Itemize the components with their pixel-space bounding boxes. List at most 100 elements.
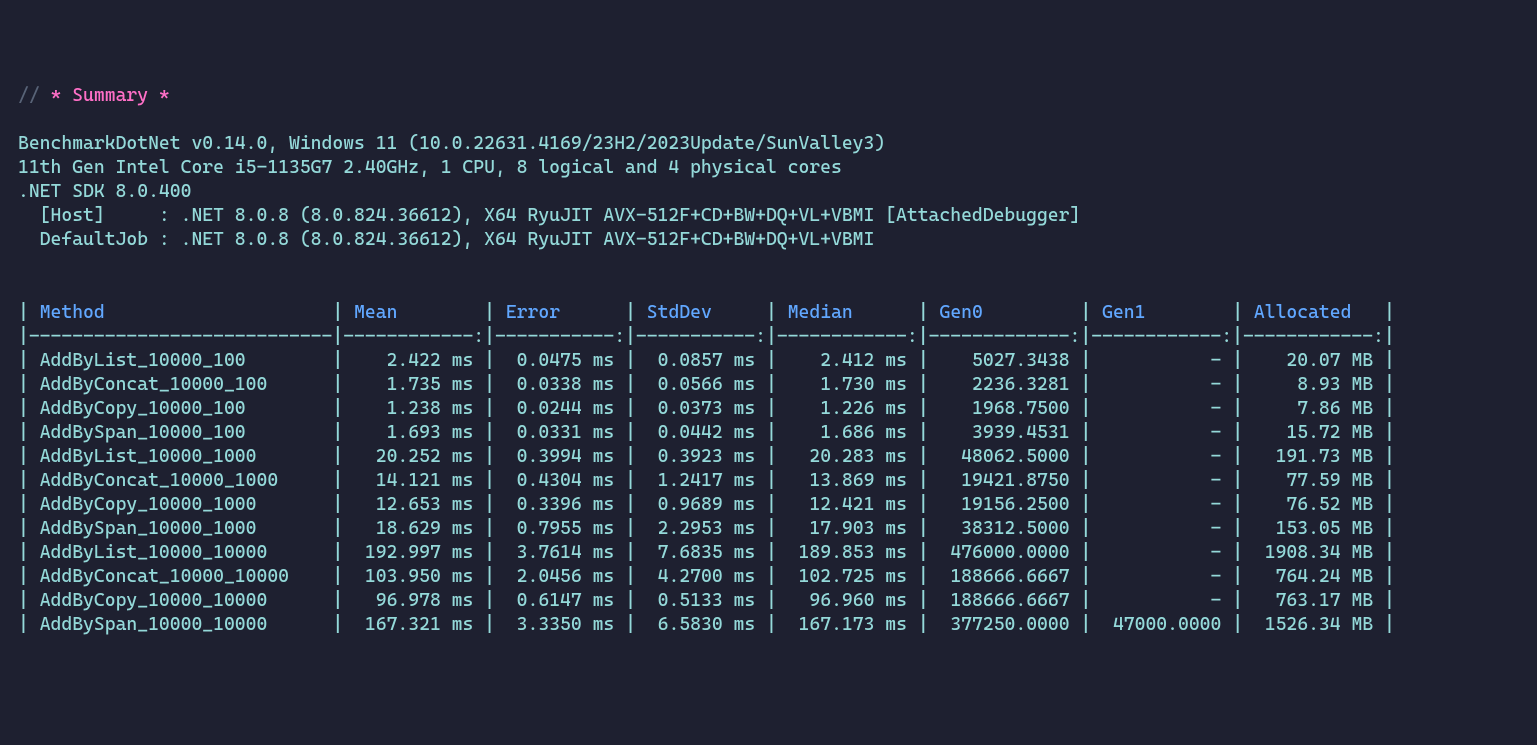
cell-gen1-8: -: [1102, 542, 1221, 563]
cell-error-0: 0.0475 ms: [506, 350, 614, 371]
cell-mean-1: 1.735 ms: [354, 374, 473, 395]
cell-error-9: 2.0456 ms: [506, 566, 614, 587]
cell-mean-10: 96.978 ms: [354, 590, 473, 611]
summary-comment-prefix: //: [18, 85, 51, 106]
cell-stddev-5: 1.2417 ms: [647, 470, 755, 491]
cell-median-8: 189.853 ms: [788, 542, 907, 563]
cell-stddev-3: 0.0442 ms: [647, 422, 755, 443]
col-header-gen0: Gen0: [940, 302, 1070, 323]
cell-stddev-8: 7.6835 ms: [647, 542, 755, 563]
cell-gen0-1: 2236.3281: [940, 374, 1070, 395]
cell-method-0: AddByList_10000_100: [40, 350, 322, 371]
cell-stddev-11: 6.5830 ms: [647, 614, 755, 635]
cell-method-10: AddByCopy_10000_10000: [40, 590, 322, 611]
cell-gen1-9: -: [1102, 566, 1221, 587]
col-header-median: Median: [788, 302, 907, 323]
cell-error-7: 0.7955 ms: [506, 518, 614, 539]
cell-error-2: 0.0244 ms: [506, 398, 614, 419]
cell-error-6: 0.3396 ms: [506, 494, 614, 515]
cell-mean-11: 167.321 ms: [354, 614, 473, 635]
cell-error-5: 0.4304 ms: [506, 470, 614, 491]
cell-median-6: 12.421 ms: [788, 494, 907, 515]
cell-gen0-9: 188666.6667: [940, 566, 1070, 587]
col-header-error: Error: [506, 302, 614, 323]
cell-method-1: AddByConcat_10000_100: [40, 374, 322, 395]
cell-gen1-3: -: [1102, 422, 1221, 443]
cell-allocated-7: 153.05 MB: [1254, 518, 1373, 539]
cell-error-1: 0.0338 ms: [506, 374, 614, 395]
cell-stddev-1: 0.0566 ms: [647, 374, 755, 395]
benchmark-output: // * Summary * BenchmarkDotNet v0.14.0, …: [18, 84, 1519, 637]
cell-error-11: 3.3350 ms: [506, 614, 614, 635]
cell-method-7: AddBySpan_10000_1000: [40, 518, 322, 539]
cell-method-6: AddByCopy_10000_1000: [40, 494, 322, 515]
cell-median-9: 102.725 ms: [788, 566, 907, 587]
cell-gen1-1: -: [1102, 374, 1221, 395]
cell-stddev-6: 0.9689 ms: [647, 494, 755, 515]
cell-error-3: 0.0331 ms: [506, 422, 614, 443]
cell-gen0-7: 38312.5000: [940, 518, 1070, 539]
cell-gen0-10: 188666.6667: [940, 590, 1070, 611]
cell-allocated-2: 7.86 MB: [1254, 398, 1373, 419]
cell-allocated-8: 1908.34 MB: [1254, 542, 1373, 563]
cell-gen0-5: 19421.8750: [940, 470, 1070, 491]
cell-method-8: AddByList_10000_10000: [40, 542, 322, 563]
col-header-gen1: Gen1: [1102, 302, 1221, 323]
cell-method-2: AddByCopy_10000_100: [40, 398, 322, 419]
cell-median-3: 1.686 ms: [788, 422, 907, 443]
cell-median-2: 1.226 ms: [788, 398, 907, 419]
cell-gen0-2: 1968.7500: [940, 398, 1070, 419]
cell-stddev-10: 0.5133 ms: [647, 590, 755, 611]
cell-allocated-6: 76.52 MB: [1254, 494, 1373, 515]
cell-allocated-3: 15.72 MB: [1254, 422, 1373, 443]
cell-mean-9: 103.950 ms: [354, 566, 473, 587]
cell-stddev-4: 0.3923 ms: [647, 446, 755, 467]
cell-stddev-7: 2.2953 ms: [647, 518, 755, 539]
cell-stddev-0: 0.0857 ms: [647, 350, 755, 371]
cell-mean-7: 18.629 ms: [354, 518, 473, 539]
cell-gen1-6: -: [1102, 494, 1221, 515]
cell-method-11: AddBySpan_10000_10000: [40, 614, 322, 635]
cell-gen1-0: -: [1102, 350, 1221, 371]
col-header-stddev: StdDev: [647, 302, 755, 323]
cell-mean-0: 2.422 ms: [354, 350, 473, 371]
cell-allocated-10: 763.17 MB: [1254, 590, 1373, 611]
cell-mean-3: 1.693 ms: [354, 422, 473, 443]
cell-allocated-11: 1526.34 MB: [1254, 614, 1373, 635]
cell-gen1-2: -: [1102, 398, 1221, 419]
cell-gen1-10: -: [1102, 590, 1221, 611]
cell-median-10: 96.960 ms: [788, 590, 907, 611]
cell-median-4: 20.283 ms: [788, 446, 907, 467]
env-line-1: 11th Gen Intel Core i5-1135G7 2.40GHz, 1…: [18, 157, 842, 178]
cell-mean-6: 12.653 ms: [354, 494, 473, 515]
cell-allocated-4: 191.73 MB: [1254, 446, 1373, 467]
cell-error-8: 3.7614 ms: [506, 542, 614, 563]
summary-comment-body: * Summary *: [51, 85, 170, 106]
cell-stddev-9: 4.2700 ms: [647, 566, 755, 587]
cell-allocated-5: 77.59 MB: [1254, 470, 1373, 491]
cell-median-11: 167.173 ms: [788, 614, 907, 635]
cell-gen1-4: -: [1102, 446, 1221, 467]
cell-method-9: AddByConcat_10000_10000: [40, 566, 322, 587]
cell-error-10: 0.6147 ms: [506, 590, 614, 611]
cell-method-5: AddByConcat_10000_1000: [40, 470, 322, 491]
env-line-4: DefaultJob : .NET 8.0.8 (8.0.824.36612),…: [18, 229, 874, 250]
cell-median-1: 1.730 ms: [788, 374, 907, 395]
cell-allocated-1: 8.93 MB: [1254, 374, 1373, 395]
cell-median-0: 2.412 ms: [788, 350, 907, 371]
cell-median-5: 13.869 ms: [788, 470, 907, 491]
col-header-method: Method: [40, 302, 322, 323]
cell-gen0-6: 19156.2500: [940, 494, 1070, 515]
cell-method-4: AddByList_10000_1000: [40, 446, 322, 467]
cell-allocated-9: 764.24 MB: [1254, 566, 1373, 587]
cell-mean-2: 1.238 ms: [354, 398, 473, 419]
cell-gen1-11: 47000.0000: [1102, 614, 1221, 635]
cell-gen0-4: 48062.5000: [940, 446, 1070, 467]
cell-error-4: 0.3994 ms: [506, 446, 614, 467]
cell-mean-4: 20.252 ms: [354, 446, 473, 467]
cell-gen1-7: -: [1102, 518, 1221, 539]
cell-gen0-3: 3939.4531: [940, 422, 1070, 443]
cell-mean-8: 192.997 ms: [354, 542, 473, 563]
cell-mean-5: 14.121 ms: [354, 470, 473, 491]
cell-median-7: 17.903 ms: [788, 518, 907, 539]
